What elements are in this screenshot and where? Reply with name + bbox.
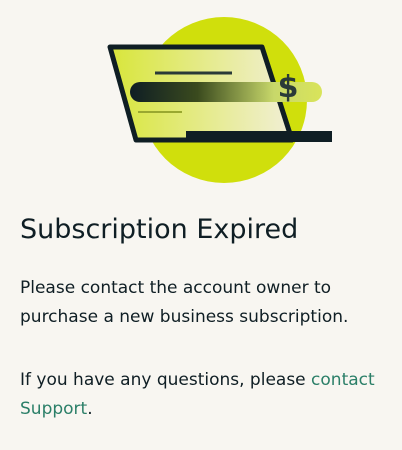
laptop-card-dollar-icon: $ (107, 17, 332, 183)
support-text-suffix: . (87, 399, 93, 419)
support-text-prefix: If you have any questions, please (20, 370, 312, 390)
dollar-icon: $ (278, 70, 299, 105)
page-title: Subscription Expired (20, 214, 299, 245)
subscription-illustration: $ (0, 0, 402, 190)
laptop-base (186, 131, 332, 142)
expired-message: Please contact the account owner to purc… (20, 278, 349, 327)
support-message: If you have any questions, please contac… (20, 366, 385, 424)
